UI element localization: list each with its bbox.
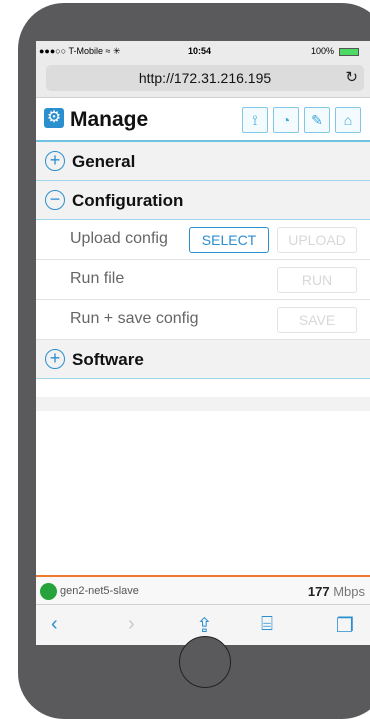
section-configuration[interactable]: − Configuration <box>36 181 370 220</box>
select-button[interactable]: SELECT <box>189 227 269 253</box>
run-button[interactable]: RUN <box>277 267 357 293</box>
section-configuration-label: Configuration <box>72 191 184 210</box>
url-text: http://172.31.216.195 <box>138 70 272 86</box>
section-software-label: Software <box>72 350 144 369</box>
status-footer: gen2-net5-slave 177 Mbps <box>36 575 370 604</box>
clock: 10:54 <box>188 46 212 56</box>
expand-icon: + <box>45 349 65 369</box>
back-icon[interactable]: ‹ <box>51 613 58 636</box>
forward-icon[interactable]: › <box>128 613 135 636</box>
phone-frame: ●●●○○ T-Mobile ≈ ✳ 10:54 100% http://172… <box>0 0 370 719</box>
speed-unit: Mbps <box>333 584 365 599</box>
section-general[interactable]: + General <box>36 142 370 181</box>
save-button[interactable]: SAVE <box>277 307 357 333</box>
run-save-config-row: Run + save config SAVE <box>36 300 370 340</box>
home-button[interactable] <box>179 636 231 688</box>
screen: ●●●○○ T-Mobile ≈ ✳ 10:54 100% http://172… <box>36 41 370 645</box>
gauge-icon[interactable]: ◔ <box>273 107 299 133</box>
url-field[interactable]: http://172.31.216.195 ↻ <box>46 65 364 91</box>
battery-label: 100% <box>311 46 335 56</box>
settings-gear-icon: ⚙ <box>44 108 64 128</box>
run-file-label: Run file <box>70 270 125 287</box>
app-header: ⚙ Manage ⟟ ◔ ✎ ⌂ <box>36 98 370 142</box>
section-spacer <box>36 397 370 411</box>
carrier-label: ●●●○○ T-Mobile ≈ ✳ <box>39 46 121 56</box>
share-icon[interactable]: ⇪ <box>196 613 213 638</box>
home-icon[interactable]: ⌂ <box>335 107 361 133</box>
wrench-icon[interactable]: ✎ <box>304 107 330 133</box>
expand-icon: + <box>45 151 65 171</box>
section-general-label: General <box>72 152 136 171</box>
status-bar: ●●●○○ T-Mobile ≈ ✳ 10:54 100% <box>36 41 370 61</box>
upload-config-label: Upload config <box>70 230 168 247</box>
battery-icon <box>338 47 359 56</box>
upload-config-row: Upload config SELECT UPLOAD <box>36 220 370 260</box>
browser-address-bar: http://172.31.216.195 ↻ <box>36 61 370 98</box>
speed-value: 177 <box>307 584 330 599</box>
upload-button[interactable]: UPLOAD <box>277 227 357 253</box>
wifi-icon[interactable]: ⟟ <box>242 107 268 133</box>
connection-status-icon <box>40 583 57 600</box>
speed-readout: 177 Mbps <box>308 584 365 599</box>
run-save-config-label: Run + save config <box>70 310 199 327</box>
run-file-row: Run file RUN <box>36 260 370 300</box>
battery-indicator: 100% <box>311 46 359 56</box>
tabs-icon[interactable]: ❐ <box>336 613 354 638</box>
page-title: Manage <box>70 108 149 131</box>
section-software[interactable]: + Software <box>36 340 370 379</box>
hostname-label: gen2-net5-slave <box>60 585 139 597</box>
reload-icon[interactable]: ↻ <box>345 68 358 86</box>
collapse-icon: − <box>45 190 65 210</box>
bookmarks-icon[interactable]: ⌸ <box>261 613 273 636</box>
